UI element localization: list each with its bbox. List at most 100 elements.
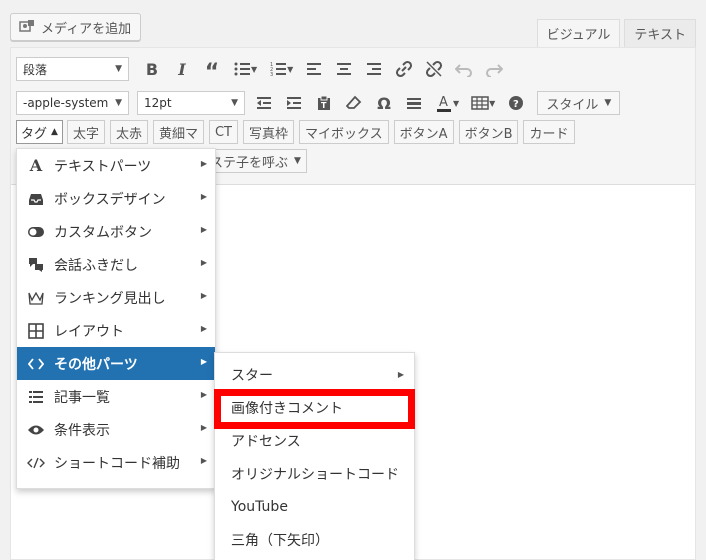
menu-item-shortcode-helper[interactable]: ショートコード補助 ▶ bbox=[17, 446, 215, 479]
horizontal-rule-button[interactable] bbox=[399, 90, 429, 116]
menu-item-label: 記事一覧 bbox=[54, 389, 110, 406]
eye-icon bbox=[27, 421, 45, 439]
bullet-list-icon bbox=[234, 62, 250, 76]
menu-item-other-parts[interactable]: その他パーツ ▶ bbox=[17, 347, 215, 380]
chevron-right-icon: ▶ bbox=[200, 423, 207, 432]
paste-text-button[interactable]: T bbox=[309, 90, 339, 116]
toolbar-row-3: タグ ▲ 太字 太赤 黄細マ CT 写真枠 マイボックス ボタンA ボタンB カー… bbox=[16, 120, 580, 144]
menu-item-label: 会話ふきだし bbox=[54, 257, 138, 274]
quicktag-button[interactable]: ボタンB bbox=[458, 120, 519, 144]
speech-bubbles-icon bbox=[27, 256, 45, 274]
submenu-item-label: 三角（下矢印） bbox=[231, 532, 329, 549]
quicktag-button[interactable]: 黄細マ bbox=[152, 120, 204, 144]
code-slash-icon bbox=[27, 454, 45, 472]
submenu-item-youtube[interactable]: YouTube bbox=[215, 490, 414, 523]
format-select-value: 段落 bbox=[23, 62, 48, 77]
menu-item-ranking-heading[interactable]: ランキング見出し ▶ bbox=[17, 281, 215, 314]
menu-item-box-design[interactable]: ボックスデザイン ▶ bbox=[17, 182, 215, 215]
redo-button[interactable] bbox=[479, 56, 509, 82]
chevron-down-icon: ▼ bbox=[294, 156, 301, 166]
crown-icon bbox=[27, 289, 45, 307]
menu-item-layout[interactable]: レイアウト ▶ bbox=[17, 314, 215, 347]
eraser-icon bbox=[346, 95, 362, 109]
submenu-item-label: アドセンス bbox=[231, 433, 301, 450]
tab-visual[interactable]: ビジュアル bbox=[536, 19, 621, 47]
remove-link-button[interactable] bbox=[419, 56, 449, 82]
chevron-up-icon: ▲ bbox=[51, 127, 58, 137]
svg-text:?: ? bbox=[513, 99, 519, 110]
format-select[interactable]: 段落 ▼ bbox=[16, 57, 129, 81]
menu-item-label: ボックスデザイン bbox=[54, 191, 166, 208]
quote-icon: “ bbox=[204, 60, 220, 85]
undo-button[interactable] bbox=[449, 56, 479, 82]
template-dropdown[interactable]: ステ子を呼ぶ ▼ bbox=[204, 149, 307, 173]
letter-a-icon: A bbox=[29, 156, 43, 175]
menu-item-text-parts[interactable]: A テキストパーツ ▶ bbox=[17, 149, 215, 182]
undo-icon bbox=[455, 64, 473, 77]
redo-icon bbox=[486, 64, 504, 77]
quicktag-button[interactable]: ボタンA bbox=[393, 120, 454, 144]
italic-button[interactable]: I bbox=[167, 56, 197, 82]
quicktag-button[interactable]: 太字 bbox=[66, 120, 105, 144]
quicktag-button[interactable]: カード bbox=[523, 120, 575, 144]
menu-item-label: 条件表示 bbox=[54, 422, 110, 439]
tab-text[interactable]: テキスト bbox=[624, 19, 696, 47]
submenu-item-adsense[interactable]: アドセンス bbox=[215, 424, 414, 457]
submenu-item-triangle[interactable]: 三角（下矢印） bbox=[215, 523, 414, 556]
menu-item-speech-bubble[interactable]: 会話ふきだし ▶ bbox=[17, 248, 215, 281]
italic-icon: I bbox=[178, 59, 186, 79]
outdent-button[interactable] bbox=[249, 90, 279, 116]
numbered-list-icon: 123 bbox=[270, 62, 287, 76]
quicktag-button[interactable]: CT bbox=[208, 120, 239, 144]
align-center-button[interactable] bbox=[329, 56, 359, 82]
align-right-button[interactable] bbox=[359, 56, 389, 82]
font-size-value: 12pt bbox=[144, 96, 172, 110]
menu-item-label: ショートコード補助 bbox=[54, 455, 180, 472]
chevron-right-icon: ▶ bbox=[397, 370, 404, 379]
quicktag-button[interactable]: マイボックス bbox=[299, 120, 389, 144]
submenu-item-star[interactable]: スター ▶ bbox=[215, 358, 414, 391]
submenu-item-original-shortcode[interactable]: オリジナルショートコード bbox=[215, 457, 414, 490]
chevron-down-icon[interactable]: ▼ bbox=[251, 65, 257, 74]
bold-button[interactable]: B bbox=[137, 56, 167, 82]
menu-item-custom-button[interactable]: カスタムボタン ▶ bbox=[17, 215, 215, 248]
indent-button[interactable] bbox=[279, 90, 309, 116]
menu-item-article-list[interactable]: 記事一覧 ▶ bbox=[17, 380, 215, 413]
quicktag-button[interactable]: 写真枠 bbox=[243, 120, 295, 144]
style-dropdown[interactable]: スタイル ▼ bbox=[537, 91, 621, 115]
help-icon: ? bbox=[509, 96, 524, 110]
horizontal-rule-icon bbox=[407, 98, 421, 109]
clipboard-icon: T bbox=[318, 95, 330, 110]
chevron-down-icon: ▼ bbox=[115, 64, 122, 74]
add-media-button[interactable]: メディアを追加 bbox=[10, 13, 141, 41]
clear-formatting-button[interactable] bbox=[339, 90, 369, 116]
font-family-select[interactable]: -apple-system ▼ bbox=[16, 91, 129, 115]
align-left-button[interactable] bbox=[299, 56, 329, 82]
chevron-down-icon[interactable]: ▼ bbox=[287, 65, 293, 74]
blockquote-button[interactable]: “ bbox=[197, 56, 227, 85]
menu-item-label: その他パーツ bbox=[54, 356, 138, 373]
font-size-select[interactable]: 12pt ▼ bbox=[137, 91, 245, 115]
table-icon bbox=[471, 96, 489, 110]
chevron-right-icon: ▶ bbox=[200, 324, 207, 333]
special-char-button[interactable]: Ω bbox=[369, 90, 399, 116]
submenu-item-label: YouTube bbox=[231, 498, 288, 515]
svg-text:3: 3 bbox=[270, 72, 273, 76]
tag-dropdown-button[interactable]: タグ ▲ bbox=[16, 120, 63, 144]
toolbar-row-4: ステ子を呼ぶ ▼ bbox=[204, 149, 312, 173]
submenu-item-image-comment[interactable]: 画像付きコメント bbox=[215, 391, 414, 424]
svg-text:T: T bbox=[321, 101, 327, 110]
submenu-item-label: 画像付きコメント bbox=[231, 400, 343, 417]
chevron-right-icon: ▶ bbox=[200, 456, 207, 465]
help-button[interactable]: ? bbox=[501, 90, 531, 116]
menu-item-conditional-display[interactable]: 条件表示 ▶ bbox=[17, 413, 215, 446]
chevron-down-icon: ▼ bbox=[604, 98, 612, 108]
grid-icon bbox=[27, 322, 45, 340]
inbox-icon bbox=[27, 190, 45, 208]
quicktag-button[interactable]: 太赤 bbox=[109, 120, 148, 144]
chevron-down-icon[interactable]: ▼ bbox=[489, 99, 495, 108]
bold-icon: B bbox=[145, 59, 159, 79]
insert-link-button[interactable] bbox=[389, 56, 419, 82]
font-family-value: -apple-system bbox=[23, 96, 109, 110]
chevron-down-icon[interactable]: ▼ bbox=[453, 99, 459, 108]
